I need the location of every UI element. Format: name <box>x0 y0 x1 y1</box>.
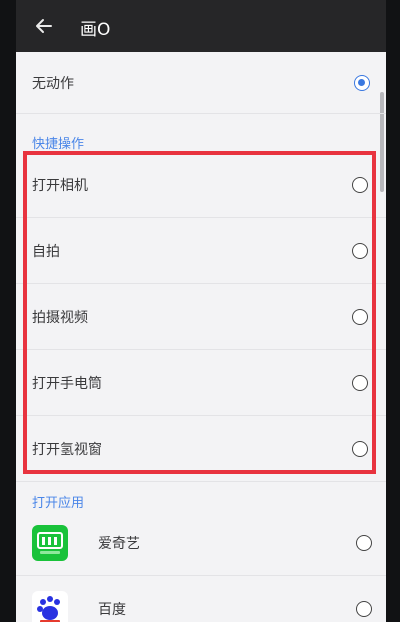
option-label: 打开手电筒 <box>32 375 102 392</box>
app-label: 百度 <box>98 601 126 618</box>
option-label: 拍摄视频 <box>32 309 88 326</box>
app-item-iqiyi[interactable]: 爱奇艺 <box>16 510 386 576</box>
baidu-icon <box>32 590 68 622</box>
device-frame-right <box>386 0 400 622</box>
radio-unselected[interactable] <box>352 374 368 391</box>
option-selfie[interactable]: 自拍 <box>16 218 386 284</box>
radio-selected[interactable] <box>354 74 370 91</box>
page-title: 画O <box>80 20 111 40</box>
option-label: 打开氢视窗 <box>32 441 102 458</box>
option-record-video[interactable]: 拍摄视频 <box>16 284 386 350</box>
back-button[interactable] <box>30 12 58 40</box>
radio-unselected[interactable] <box>352 176 368 193</box>
options-list: 无动作 快捷操作 打开相机 自拍 拍摄视频 打开手电筒 打开氢视窗 打开应用 爱… <box>16 52 386 622</box>
option-no-action[interactable]: 无动作 <box>16 52 386 114</box>
back-arrow-icon <box>36 19 52 33</box>
option-open-camera[interactable]: 打开相机 <box>16 152 386 218</box>
radio-unselected[interactable] <box>352 440 368 457</box>
option-label: 自拍 <box>32 243 60 260</box>
option-label: 无动作 <box>32 75 74 92</box>
option-label: 打开相机 <box>32 177 88 194</box>
radio-unselected[interactable] <box>356 534 372 551</box>
section-title-open-apps: 打开应用 <box>32 496 85 511</box>
radio-unselected[interactable] <box>352 242 368 259</box>
option-hydrogen-window[interactable]: 打开氢视窗 <box>16 416 386 482</box>
app-header: 画O <box>16 0 386 52</box>
device-frame-left <box>0 0 16 622</box>
section-title-quick-actions: 快捷操作 <box>32 137 85 152</box>
option-flashlight[interactable]: 打开手电筒 <box>16 350 386 416</box>
radio-unselected[interactable] <box>356 600 372 617</box>
app-item-baidu[interactable]: 百度 <box>16 576 386 622</box>
radio-unselected[interactable] <box>352 308 368 325</box>
app-label: 爱奇艺 <box>98 535 140 552</box>
iqiyi-icon <box>32 524 68 561</box>
